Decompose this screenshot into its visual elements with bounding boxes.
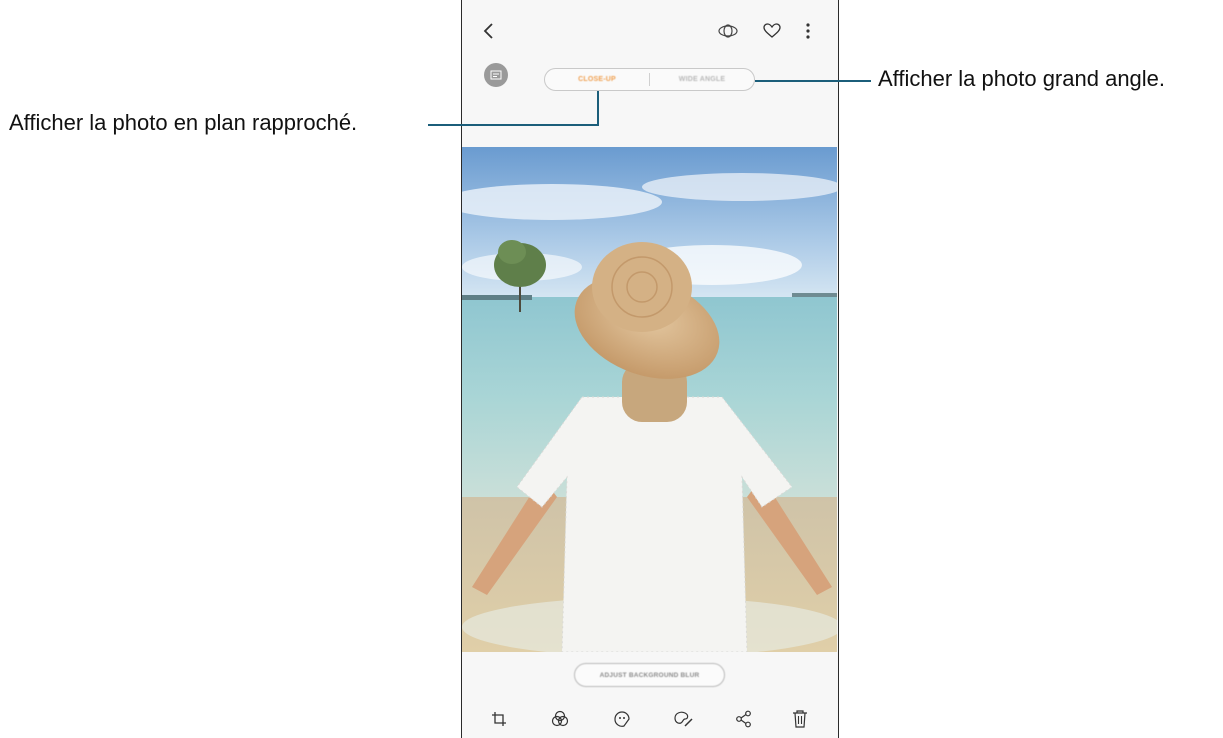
callout-wide-angle: Afficher la photo grand angle.: [878, 66, 1166, 91]
wide-angle-tab[interactable]: WIDE ANGLE: [650, 76, 754, 83]
callout-line-close-up-horizontal: [428, 124, 598, 126]
crop-icon: [492, 712, 506, 726]
favorite-button[interactable]: [761, 20, 783, 42]
chevron-left-icon: [483, 23, 493, 39]
sticker-icon: [614, 711, 630, 727]
text-box-icon: [490, 70, 502, 80]
callout-close-up: Afficher la photo en plan rapproché.: [9, 110, 358, 135]
bixby-vision-icon: [718, 24, 738, 38]
photo[interactable]: [462, 147, 837, 652]
gallery-screen: CLOSE-UP WIDE ANGLE ADJUST BACKGROUND BL…: [461, 0, 839, 738]
filter-icon: [551, 710, 569, 727]
more-options-button[interactable]: [800, 20, 816, 42]
close-up-tab[interactable]: CLOSE-UP: [545, 76, 649, 83]
paint-button[interactable]: [672, 708, 694, 730]
share-button[interactable]: [733, 708, 755, 730]
trash-icon: [793, 710, 807, 728]
back-button[interactable]: [478, 20, 500, 42]
crop-button[interactable]: [488, 708, 510, 730]
share-icon: [736, 710, 751, 728]
adjust-background-blur-button[interactable]: ADJUST BACKGROUND BLUR: [574, 663, 725, 687]
caption-button[interactable]: [484, 63, 508, 87]
callout-line-wide-angle: [755, 80, 871, 82]
sticker-button[interactable]: [611, 708, 633, 730]
heart-icon: [763, 23, 781, 38]
paint-icon: [674, 711, 693, 727]
view-toggle: CLOSE-UP WIDE ANGLE: [544, 68, 755, 91]
callout-line-close-up-vertical: [597, 91, 599, 126]
delete-button[interactable]: [789, 708, 811, 730]
filter-button[interactable]: [549, 708, 571, 730]
more-vertical-icon: [806, 23, 810, 39]
bixby-vision-button[interactable]: [716, 20, 740, 42]
